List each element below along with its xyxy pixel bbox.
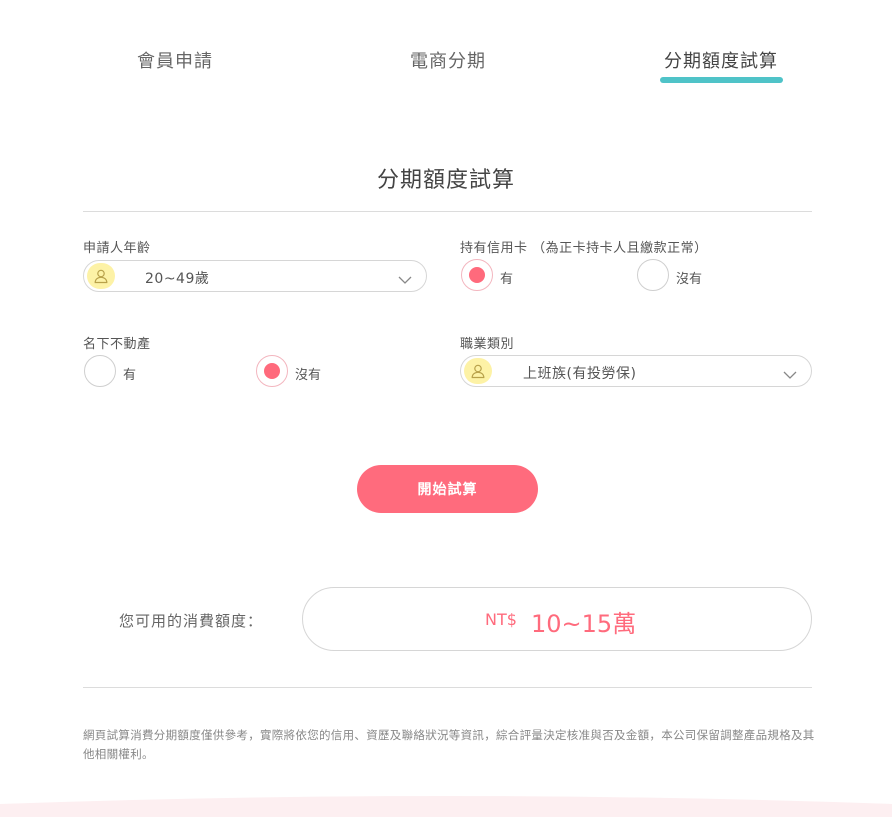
tab-member-application[interactable]: 會員申請 — [137, 47, 213, 73]
occupation-select-value: 上班族(有投勞保) — [523, 366, 637, 382]
tab-installment-calculator[interactable]: 分期額度試算 — [664, 47, 778, 73]
radio-selected-dot — [264, 363, 280, 379]
result-label: 您可用的消費額度： — [119, 612, 264, 630]
result-value: 10~15萬 — [531, 610, 637, 638]
real-estate-no-radio[interactable] — [256, 355, 288, 387]
real-estate-no-label: 沒有 — [295, 368, 322, 383]
credit-card-yes-radio[interactable] — [461, 259, 493, 291]
credit-card-no-label: 沒有 — [676, 272, 703, 287]
occupation-label: 職業類別 — [460, 337, 515, 352]
tab-ecommerce-installment[interactable]: 電商分期 — [410, 47, 486, 73]
title-divider — [83, 211, 812, 212]
result-currency: NT$ — [485, 610, 517, 629]
start-calculation-button[interactable]: 開始試算 — [357, 465, 538, 513]
age-select[interactable]: 20~49歲 — [83, 260, 427, 292]
result-divider — [83, 687, 812, 688]
real-estate-label: 名下不動產 — [83, 337, 151, 352]
disclaimer-text: 網頁試算消費分期額度僅供參考，實際將依您的信用、資歷及聯絡狀況等資訊，綜合評量決… — [83, 728, 815, 761]
user-icon — [464, 358, 492, 384]
user-icon — [87, 263, 115, 289]
tab-bar: 會員申請 電商分期 分期額度試算 — [0, 0, 892, 90]
chevron-down-icon — [783, 365, 797, 384]
credit-card-no-radio[interactable] — [637, 259, 669, 291]
active-tab-indicator — [660, 77, 783, 83]
age-label: 申請人年齡 — [83, 241, 151, 256]
real-estate-yes-radio[interactable] — [84, 355, 116, 387]
real-estate-yes-label: 有 — [123, 368, 137, 383]
credit-card-yes-label: 有 — [500, 272, 514, 287]
bottom-wave-decoration — [0, 796, 892, 817]
chevron-down-icon — [398, 270, 412, 289]
credit-card-label: 持有信用卡 （為正卡持卡人且繳款正常） — [460, 241, 708, 256]
page-title: 分期額度試算 — [376, 168, 515, 193]
radio-selected-dot — [469, 267, 485, 283]
age-select-value: 20~49歲 — [145, 271, 210, 287]
occupation-select[interactable]: 上班族(有投勞保) — [460, 355, 812, 387]
